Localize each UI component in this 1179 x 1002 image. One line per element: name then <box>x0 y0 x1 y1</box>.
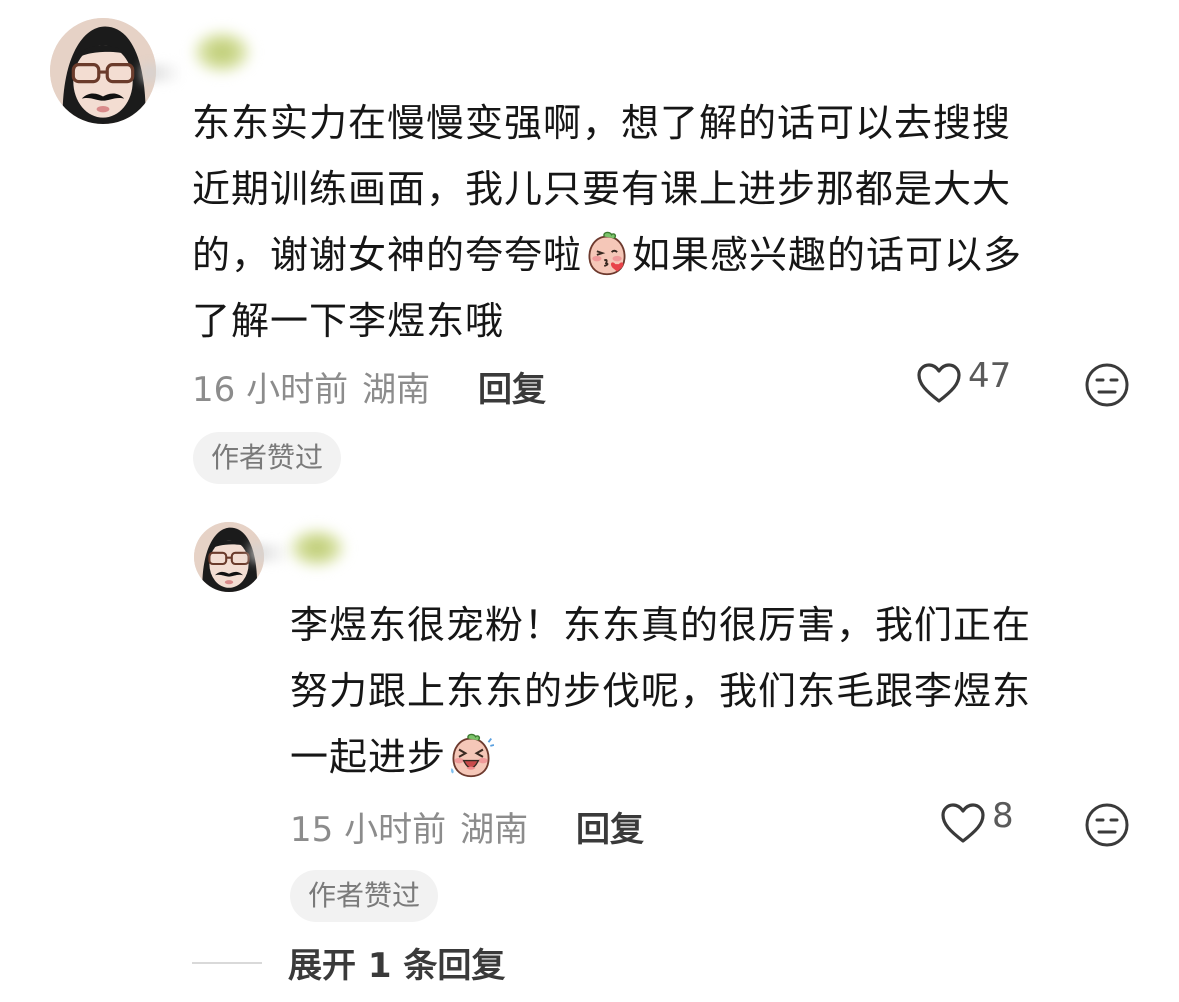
timestamp: 15 小时前 <box>290 810 447 850</box>
neutral-face-icon[interactable] <box>1084 802 1130 848</box>
like-count: 47 <box>968 356 1012 396</box>
username-blur[interactable] <box>192 30 252 74</box>
neutral-face-icon[interactable] <box>1084 362 1130 408</box>
comment-line: 东东实力在慢慢变强啊，想了解的话可以去搜搜 <box>192 101 1012 145</box>
comment-line: 近期训练画面，我儿只要有课上进步那都是大大 <box>192 167 1012 211</box>
reply-button[interactable]: 回复 <box>576 802 644 851</box>
like-button[interactable]: 8 <box>940 796 1014 844</box>
heart-outline-icon <box>940 802 986 844</box>
comment-meta: 15 小时前 湖南 <box>290 802 528 851</box>
comment-line: 一起进步 <box>290 724 1031 790</box>
timestamp: 16 小时前 <box>192 370 349 410</box>
username-blur[interactable] <box>288 528 346 568</box>
heart-outline-icon <box>916 362 962 404</box>
comment-text: 东东实力在慢慢变强啊，想了解的话可以去搜搜 近期训练画面，我儿只要有课上进步那都… <box>192 90 1022 354</box>
expand-replies-button[interactable]: 展开 1 条回复 <box>192 938 505 987</box>
like-button[interactable]: 47 <box>916 356 1011 404</box>
username-blur <box>250 544 290 562</box>
comment-line: 李煜东很宠粉！东东真的很厉害，我们正在 <box>290 603 1032 647</box>
username-blur <box>142 64 182 82</box>
comment-meta: 16 小时前 湖南 <box>192 362 430 411</box>
location: 湖南 <box>362 370 431 410</box>
author-liked-badge: 作者赞过 <box>290 870 439 922</box>
comment-line: 的，谢谢女神的夸夸啦 如果感兴趣的话可以多 <box>192 231 1023 277</box>
comment-line: 了解一下李煜东哦 <box>192 299 505 343</box>
laughing-emoji <box>448 733 495 779</box>
comment-line: 努力跟上东东的步伐呢，我们东毛跟李煜东 <box>290 669 1032 713</box>
expand-replies-label: 展开 1 条回复 <box>288 946 506 986</box>
author-liked-badge: 作者赞过 <box>193 432 342 484</box>
comment-text: 李煜东很宠粉！东东真的很厉害，我们正在 努力跟上东东的步伐呢，我们东毛跟李煜东 … <box>290 592 1031 790</box>
like-count: 8 <box>992 796 1014 836</box>
location: 湖南 <box>460 810 529 850</box>
divider <box>192 961 262 964</box>
blushing-kiss-emoji <box>584 231 630 277</box>
reply-button[interactable]: 回复 <box>478 362 546 411</box>
avatar[interactable] <box>50 18 156 124</box>
